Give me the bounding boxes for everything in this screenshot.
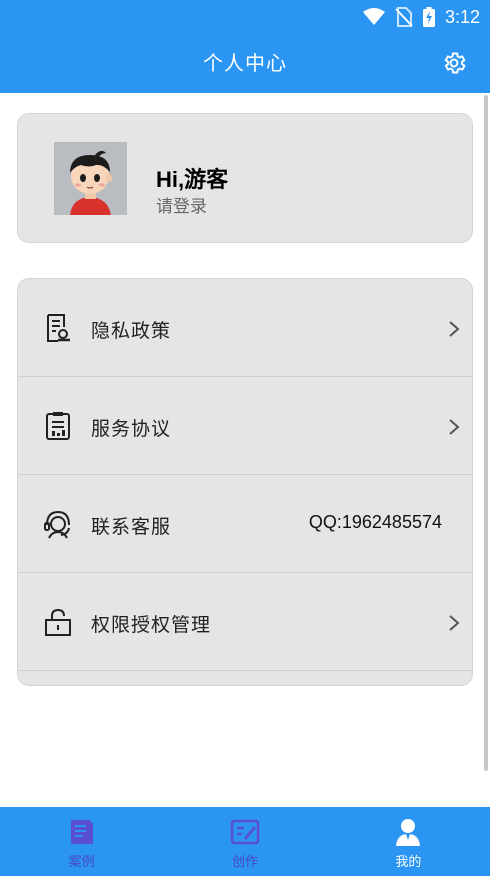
case-book-icon [70, 820, 93, 844]
menu-item-label: 联系客服 [91, 516, 172, 538]
login-link[interactable]: 请登录 [156, 192, 207, 217]
tab-label: 我的 [395, 855, 422, 870]
battery-charging-icon [422, 7, 435, 27]
tab-cases[interactable]: 案例 [0, 807, 163, 876]
tab-label: 创作 [231, 855, 258, 870]
agreement-document-icon [46, 412, 70, 440]
create-edit-icon [230, 819, 260, 845]
profile-card[interactable]: Hi,游客 请登录 [17, 113, 473, 243]
tab-label: 案例 [68, 855, 95, 870]
status-time: 3:12 [444, 6, 480, 27]
menu-item-permission-management[interactable]: 权限授权管理 [18, 573, 472, 671]
wifi-icon [362, 8, 385, 26]
scrollbar[interactable] [484, 95, 488, 771]
no-sim-icon [395, 7, 413, 27]
menu-item-label: 服务协议 [91, 418, 172, 440]
menu-item-customer-service[interactable]: 联系客服 QQ:1962485574 [18, 475, 472, 573]
document-search-icon [47, 314, 70, 342]
gear-icon [444, 52, 466, 74]
chevron-right-icon [449, 615, 460, 631]
user-profile-icon [396, 819, 421, 846]
settings-button[interactable] [440, 49, 468, 77]
menu-item-service-agreement[interactable]: 服务协议 [18, 377, 472, 475]
avatar[interactable] [54, 142, 127, 215]
status-bar: 3:12 [362, 5, 480, 29]
menu-item-label: 隐私政策 [91, 320, 172, 342]
chevron-right-icon [449, 321, 460, 337]
bottom-tab-bar: 案例 创作 我的 [0, 807, 490, 876]
qq-number: QQ:1962485574 [308, 512, 442, 532]
menu-card: 隐私政策 服务协议 联系客服 QQ:1962485574 权限授权管理 [17, 278, 473, 686]
page-title: 个人中心 [203, 51, 287, 75]
greeting-text: Hi,游客 [156, 167, 229, 192]
lock-icon [45, 608, 71, 636]
menu-item-privacy-policy[interactable]: 隐私政策 [18, 279, 472, 377]
customer-service-headset-icon [44, 510, 70, 539]
tab-mine[interactable]: 我的 [327, 807, 490, 876]
tab-create[interactable]: 创作 [163, 807, 326, 876]
chevron-right-icon [449, 419, 460, 435]
top-header: 3:12 个人中心 [0, 0, 490, 93]
menu-item-label: 权限授权管理 [91, 614, 212, 636]
